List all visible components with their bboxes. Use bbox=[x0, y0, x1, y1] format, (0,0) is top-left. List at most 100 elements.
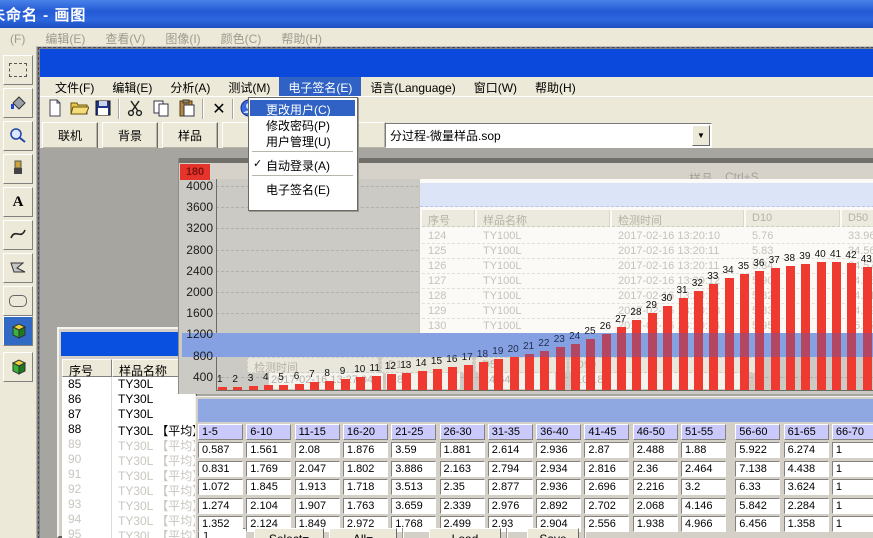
dist-cell-r3-c13[interactable]: 1 bbox=[832, 498, 873, 514]
sample-list-row-89-no[interactable]: 89 bbox=[62, 437, 112, 452]
dist-cell-r3-c3[interactable]: 1.763 bbox=[343, 498, 388, 514]
dist-cell-r2-c10[interactable]: 3.2 bbox=[681, 479, 726, 495]
sample-list-row-93-name[interactable]: TY30L 【平均】 bbox=[112, 497, 196, 512]
dist-cell-r1-c8[interactable]: 2.816 bbox=[584, 461, 629, 477]
dist-cell-r0-c3[interactable]: 1.876 bbox=[343, 442, 388, 458]
app-menu-esign[interactable]: 电子签名(E) bbox=[279, 77, 361, 96]
dist-cell-r2-c0[interactable]: 1.072 bbox=[198, 479, 243, 495]
dist-cell-r2-c4[interactable]: 3.513 bbox=[391, 479, 436, 495]
app-menu-item-3[interactable]: 测试(M) bbox=[219, 77, 279, 96]
tool-magnifier[interactable] bbox=[3, 121, 33, 151]
dist-cell-r0-c13[interactable]: 1 bbox=[832, 442, 873, 458]
dist-cell-r2-c13[interactable]: 1 bbox=[832, 479, 873, 495]
dist-cell-r2-c9[interactable]: 2.216 bbox=[633, 479, 678, 495]
menu-item-0[interactable]: 更改用户(C) bbox=[250, 100, 355, 116]
dist-cell-r2-c7[interactable]: 2.936 bbox=[536, 479, 581, 495]
paint-menu-item-4[interactable]: 颜色(C) bbox=[211, 28, 272, 46]
dist-cell-r2-c1[interactable]: 1.845 bbox=[246, 479, 291, 495]
dist-cell-r0-c4[interactable]: 3.59 bbox=[391, 442, 436, 458]
toolbar-open-button[interactable] bbox=[68, 99, 90, 119]
app-menu-item-6[interactable]: 窗口(W) bbox=[465, 77, 526, 96]
dist-cell-r0-c9[interactable]: 2.488 bbox=[633, 442, 678, 458]
command-button-0[interactable]: 联机 bbox=[42, 122, 98, 149]
dist-cell-r2-c6[interactable]: 2.877 bbox=[488, 479, 533, 495]
dist-cell-r3-c9[interactable]: 2.068 bbox=[633, 498, 678, 514]
dist-cell-r3-c0[interactable]: 1.274 bbox=[198, 498, 243, 514]
dist-cell-r3-c10[interactable]: 4.146 bbox=[681, 498, 726, 514]
command-button-1[interactable]: 背景 bbox=[102, 122, 158, 149]
dist-cell-r0-c11[interactable]: 5.922 bbox=[735, 442, 780, 458]
dist-cell-r2-c8[interactable]: 2.696 bbox=[584, 479, 629, 495]
sample-list-titlebar[interactable] bbox=[61, 332, 192, 356]
dist-cell-r2-c3[interactable]: 1.718 bbox=[343, 479, 388, 495]
toolbar-save-button[interactable] bbox=[92, 99, 114, 119]
menu-item-4[interactable]: 电子签名(E) bbox=[250, 180, 355, 196]
dist-cell-r4-c8[interactable]: 2.556 bbox=[584, 516, 629, 532]
dist-cell-r0-c6[interactable]: 2.614 bbox=[488, 442, 533, 458]
dist-cell-r1-c2[interactable]: 2.047 bbox=[295, 461, 340, 477]
app-menu-item-1[interactable]: 编辑(E) bbox=[103, 77, 161, 96]
dist-cell-r2-c11[interactable]: 6.33 bbox=[735, 479, 780, 495]
tool-rect-select[interactable] bbox=[3, 55, 33, 85]
dist-cell-r4-c13[interactable]: 1 bbox=[832, 516, 873, 532]
sample-list-row-94-name[interactable]: TY30L 【平均】 bbox=[112, 512, 196, 527]
dist-cell-r1-c6[interactable]: 2.794 bbox=[488, 461, 533, 477]
toolbar-paste-button[interactable] bbox=[176, 99, 198, 119]
tool-text[interactable]: A bbox=[3, 187, 33, 217]
dist-cell-r0-c5[interactable]: 1.881 bbox=[440, 442, 485, 458]
dist-cell-r2-c2[interactable]: 1.913 bbox=[295, 479, 340, 495]
dist-cell-r1-c7[interactable]: 2.934 bbox=[536, 461, 581, 477]
toolbar-copy-button[interactable] bbox=[150, 99, 172, 119]
dist-cell-r2-c12[interactable]: 3.624 bbox=[784, 479, 829, 495]
sample-list-row-90-name[interactable]: TY30L 【平均】 bbox=[112, 452, 196, 467]
toolbar-new-button[interactable] bbox=[44, 99, 66, 119]
tool-curve[interactable] bbox=[3, 220, 33, 250]
sample-list-row-87-name[interactable]: TY30L bbox=[112, 407, 196, 422]
load-button[interactable]: Load bbox=[429, 528, 501, 538]
paint-menu-item-3[interactable]: 图像(I) bbox=[155, 28, 210, 46]
app-menu-item-0[interactable]: 文件(F) bbox=[46, 77, 103, 96]
dist-cell-r1-c1[interactable]: 1.769 bbox=[246, 461, 291, 477]
dist-cell-r1-c10[interactable]: 2.464 bbox=[681, 461, 726, 477]
tool-cube-app[interactable] bbox=[3, 352, 33, 382]
sample-list-row-88-name[interactable]: TY30L 【平均】 bbox=[112, 422, 196, 437]
menu-item-3[interactable]: 自动登录(A) bbox=[250, 156, 355, 172]
dist-cell-r3-c2[interactable]: 1.907 bbox=[295, 498, 340, 514]
dist-cell-r0-c7[interactable]: 2.936 bbox=[536, 442, 581, 458]
dist-cell-r4-c0[interactable]: 1.352 bbox=[198, 516, 243, 532]
sample-list-row-94-no[interactable]: 94 bbox=[62, 512, 112, 527]
sample-list-row-87-no[interactable]: 87 bbox=[62, 407, 112, 422]
app-menu-item-5[interactable]: 语言(Language) bbox=[361, 77, 464, 96]
command-button-2[interactable]: 样品 bbox=[162, 122, 218, 149]
all-button[interactable]: All= bbox=[329, 528, 397, 538]
sample-list-row-90-no[interactable]: 90 bbox=[62, 452, 112, 467]
dist-cell-r1-c0[interactable]: 0.831 bbox=[198, 461, 243, 477]
dist-cell-r0-c2[interactable]: 2.08 bbox=[295, 442, 340, 458]
sample-list-row-86-name[interactable]: TY30L bbox=[112, 392, 196, 407]
sop-file-combobox[interactable]: 分过程-微量样品.sop ▼ bbox=[385, 123, 712, 148]
tool-rounded-rect[interactable] bbox=[3, 286, 33, 316]
dist-cell-r1-c11[interactable]: 7.138 bbox=[735, 461, 780, 477]
dist-cell-r1-c3[interactable]: 1.802 bbox=[343, 461, 388, 477]
dist-cell-r0-c12[interactable]: 6.274 bbox=[784, 442, 829, 458]
dist-cell-r0-c1[interactable]: 1.561 bbox=[246, 442, 291, 458]
dist-cell-r4-c10[interactable]: 4.966 bbox=[681, 516, 726, 532]
dist-cell-r1-c13[interactable]: 1 bbox=[832, 461, 873, 477]
paint-menu-item-1[interactable]: 编辑(E) bbox=[35, 28, 95, 46]
sample-list-row-91-name[interactable]: TY30L 【平均】 bbox=[112, 467, 196, 482]
toolbar-delete-button[interactable]: ✕ bbox=[208, 99, 230, 119]
sample-list-row-95-name[interactable]: TY30L 【平均】 bbox=[112, 527, 196, 538]
dist-cell-r3-c4[interactable]: 3.659 bbox=[391, 498, 436, 514]
sample-list-row-85-no[interactable]: 85 bbox=[62, 377, 112, 392]
combobox-dropdown-arrow-icon[interactable]: ▼ bbox=[692, 125, 710, 146]
paint-menu-item-5[interactable]: 帮助(H) bbox=[271, 28, 332, 46]
app-menu-item-7[interactable]: 帮助(H) bbox=[526, 77, 585, 96]
dist-cell-r3-c8[interactable]: 2.702 bbox=[584, 498, 629, 514]
sample-list-row-86-no[interactable]: 86 bbox=[62, 392, 112, 407]
app-menu-item-2[interactable]: 分析(A) bbox=[161, 77, 219, 96]
sample-list-row-89-name[interactable]: TY30L 【平均】 bbox=[112, 437, 196, 452]
dist-cell-r4-c9[interactable]: 1.938 bbox=[633, 516, 678, 532]
dist-cell-r1-c9[interactable]: 2.36 bbox=[633, 461, 678, 477]
dist-cell-r3-c7[interactable]: 2.892 bbox=[536, 498, 581, 514]
dist-cell-r1-c12[interactable]: 4.438 bbox=[784, 461, 829, 477]
